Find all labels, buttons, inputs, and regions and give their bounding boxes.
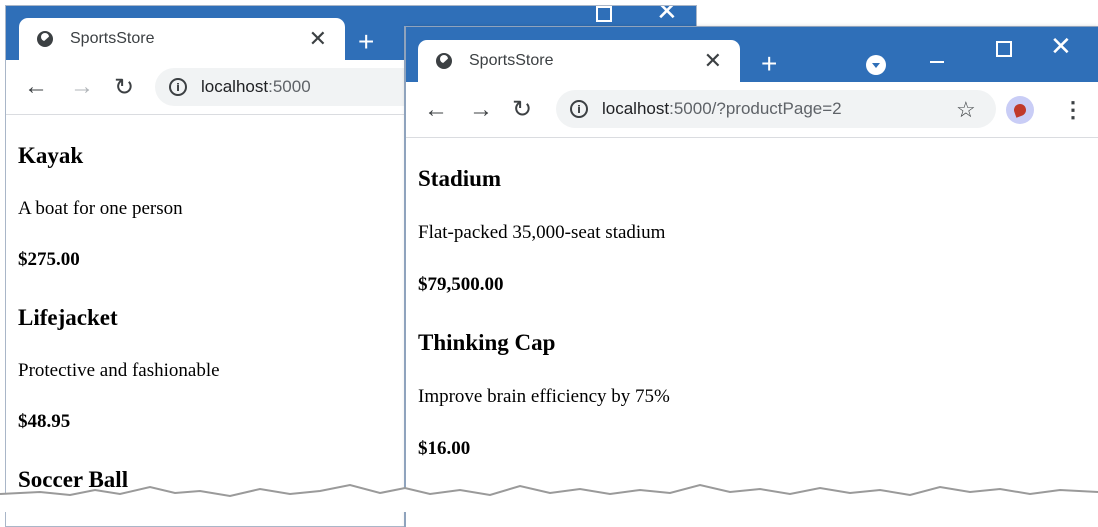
star-icon[interactable]: ☆ xyxy=(956,82,976,137)
globe-icon xyxy=(37,31,53,47)
close-icon[interactable]: ✕ xyxy=(704,50,722,72)
globe-icon xyxy=(436,53,452,69)
browser-window-front: SportsStore ✕ + ✕ ← → ↻ i localhost:5000… xyxy=(406,27,1098,527)
product-name: Thinking Cap xyxy=(418,330,556,355)
reload-icon[interactable]: ↻ xyxy=(114,60,134,114)
tab-strip: SportsStore ✕ + ✕ xyxy=(406,27,1098,82)
tab-sportsstore[interactable]: SportsStore ✕ xyxy=(418,40,740,82)
profile-icon[interactable] xyxy=(866,55,886,75)
reload-icon[interactable]: ↻ xyxy=(512,82,532,137)
kebab-icon[interactable]: ⋮ xyxy=(1062,82,1084,137)
minimize-icon[interactable] xyxy=(930,61,944,63)
toolbar: ← → ↻ i localhost:5000/?productPage=2 ☆ … xyxy=(406,82,1098,138)
product-item: Stadium Flat-packed 35,000-seat stadium … xyxy=(418,137,1098,301)
product-price: $16.00 xyxy=(418,438,471,459)
url-path: :5000/?productPage=2 xyxy=(669,99,842,118)
url-host: localhost xyxy=(201,77,269,96)
url-text: localhost:5000 xyxy=(201,77,311,97)
arrow-left-icon[interactable]: ← xyxy=(424,82,448,137)
profile-avatar[interactable] xyxy=(1006,96,1034,124)
arrow-right-icon[interactable]: → xyxy=(70,60,94,114)
window-close-icon[interactable]: ✕ xyxy=(656,6,678,24)
product-name: Stadium xyxy=(418,166,502,191)
close-icon[interactable]: ✕ xyxy=(309,28,327,50)
arrow-right-icon[interactable]: → xyxy=(469,82,493,137)
window-close-icon[interactable]: ✕ xyxy=(1050,33,1072,59)
url-text: localhost:5000/?productPage=2 xyxy=(602,99,842,119)
maximize-icon[interactable] xyxy=(996,41,1012,57)
tab-sportsstore[interactable]: SportsStore ✕ xyxy=(19,18,345,60)
tab-title: SportsStore xyxy=(469,52,554,69)
info-icon[interactable]: i xyxy=(570,100,588,118)
url-path: :5000 xyxy=(268,77,311,96)
plus-icon[interactable]: + xyxy=(358,28,374,56)
product-item: Thinking Cap Improve brain efficiency by… xyxy=(418,301,1098,465)
product-description: Flat-packed 35,000-seat stadium xyxy=(418,222,666,243)
info-icon[interactable]: i xyxy=(169,78,187,96)
product-description: Improve brain efficiency by 75% xyxy=(418,386,670,407)
maximize-icon[interactable] xyxy=(596,6,612,22)
plus-icon[interactable]: + xyxy=(761,50,777,78)
url-host: localhost xyxy=(602,99,670,118)
product-price: $79,500.00 xyxy=(418,274,504,295)
page-content: Stadium Flat-packed 35,000-seat stadium … xyxy=(418,137,1098,465)
tab-title: SportsStore xyxy=(70,30,155,47)
arrow-left-icon[interactable]: ← xyxy=(24,60,48,114)
address-bar[interactable]: i localhost:5000/?productPage=2 xyxy=(556,90,996,128)
